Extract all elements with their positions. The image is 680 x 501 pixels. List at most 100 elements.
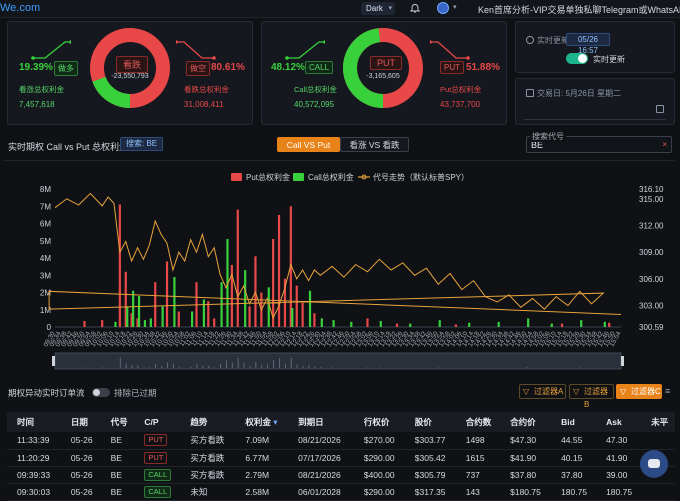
call-bar[interactable] [498,322,500,327]
call-bar[interactable] [144,320,146,327]
put-bar[interactable] [278,215,280,327]
put-bar[interactable] [248,306,250,327]
bell-icon[interactable] [410,3,420,13]
put-bar[interactable] [119,205,121,327]
column-header[interactable]: 行权价 [354,412,405,432]
put-bar[interactable] [313,313,315,327]
cell-cp: PUT [134,449,180,466]
put-bar[interactable] [396,324,398,327]
legend-label[interactable]: Call总权利金 [308,172,354,182]
filter-c-button[interactable]: ▽过滤器C [616,384,662,399]
cell-expiry: 07/17/2026 [288,449,354,466]
table-row[interactable]: 11:33:3905-26BEPUT买方看跌7.09M08/21/2026$27… [7,432,675,449]
call-bar[interactable] [132,291,134,327]
premium-chart-svg[interactable]: Put总权利金Call总权利金代号走势（默认标普SPY）8M7M6M5M4M3M… [3,161,675,381]
section-title: 实时期权 Call vs Put 总权利金 [8,140,128,153]
call-bar[interactable] [309,291,311,327]
range-handle-left[interactable] [52,356,55,366]
table-row[interactable]: 09:30:0305-26BECALL未知2.58M06/01/2028$290… [7,483,675,500]
put-bar[interactable] [608,323,610,327]
promo-link[interactable]: Ken首席分析-VIP交易单独私聊Telegram或WhatsAPP▾ [478,3,680,16]
call-bar[interactable] [333,320,335,327]
clear-icon[interactable]: × [662,140,667,149]
column-header[interactable]: Ask [596,412,641,432]
put-bar[interactable] [366,318,368,327]
put-bar[interactable] [166,261,168,327]
table-row[interactable]: 09:39:3305-26BECALL买方看跌2.79M08/21/2026$4… [7,466,675,483]
call-bar[interactable] [439,320,441,327]
column-header[interactable]: 时间 [7,412,61,432]
column-header[interactable]: 日期 [61,412,101,432]
menu-icon[interactable]: ≡ [665,386,670,396]
call-bar[interactable] [551,324,553,327]
tab-bull-vs-bear[interactable]: 看涨 VS 看跌 [340,137,409,152]
call-bar[interactable] [126,306,128,327]
put-bar[interactable] [178,311,180,327]
realtime-toggle[interactable] [566,53,588,64]
sort-desc-icon[interactable]: ▾ [271,417,278,427]
put-bar[interactable] [455,324,457,327]
call-bar[interactable] [138,296,140,327]
put-bar[interactable] [101,320,103,327]
range-slider[interactable] [55,353,621,369]
put-bar[interactable] [561,324,563,327]
donut-center-label: PUT [370,56,402,70]
call-bar[interactable] [350,322,352,327]
bear-premium-label: 看跌总权利金 [184,84,229,95]
call-bar[interactable] [468,323,470,327]
call-bar[interactable] [409,324,411,327]
put-bar[interactable] [237,210,239,327]
legend-label[interactable]: 代号走势（默认标普SPY） [373,172,469,182]
language-chevron-icon[interactable]: ▾ [453,3,457,11]
theme-toggle-button[interactable]: Dark ▾ [361,2,395,15]
column-header[interactable]: 趋势 [180,412,235,432]
call-bar[interactable] [173,277,175,327]
call-bar[interactable] [191,311,193,327]
put-bar[interactable] [83,321,85,327]
tradeday-label[interactable]: 交易日: 5月26日 星期二 [537,88,621,99]
brand-logo[interactable]: We.com [0,2,40,14]
tradeday-panel: 交易日: 5月26日 星期二 [515,78,675,125]
exclude-expired-toggle[interactable] [92,388,110,397]
call-bar[interactable] [244,270,246,327]
call-bar[interactable] [604,322,606,327]
calendar-picker-icon[interactable] [656,105,664,113]
column-header[interactable]: 到期日 [288,412,354,432]
column-header[interactable]: 合约数 [456,412,500,432]
cell-ask: 180.75 [596,483,641,500]
put-bar[interactable] [154,282,156,327]
column-header[interactable]: 合约价 [500,412,551,432]
language-globe-icon[interactable] [437,2,449,14]
range-handle-right[interactable] [621,356,624,366]
column-header[interactable]: 代号 [101,412,135,432]
range-mini-bar [332,367,333,368]
table-row[interactable]: 11:20:2905-26BEPUT买方看跌6.77M07/17/2026$29… [7,449,675,466]
filter-b-button[interactable]: ▽过滤器B [569,384,614,399]
chat-button[interactable] [640,450,668,478]
put-bar[interactable] [302,303,304,327]
call-bar[interactable] [114,322,116,327]
call-percent: 48.12% [271,62,305,73]
call-bar[interactable] [580,320,582,327]
legend-label[interactable]: Put总权利金 [246,172,290,182]
donut-center-value: -3,165,605 [353,73,413,80]
cell-date: 05-26 [61,432,101,449]
call-bar[interactable] [527,318,529,327]
column-header[interactable]: 未平 [641,412,675,432]
column-header[interactable]: Bid [551,412,596,432]
call-bar[interactable] [321,318,323,327]
column-header[interactable]: C/P [134,412,180,432]
filter-a-button[interactable]: ▽过滤器A [519,384,566,399]
tab-call-vs-put[interactable]: Call VS Put [277,137,340,152]
call-bar[interactable] [291,308,293,327]
call-bar[interactable] [150,318,152,327]
call-bar[interactable] [380,321,382,327]
spy-price-line[interactable] [49,193,621,318]
call-bar[interactable] [203,299,205,327]
put-bar[interactable] [296,286,298,327]
call-bar[interactable] [162,306,164,327]
column-header[interactable]: 股价 [405,412,456,432]
column-header[interactable]: 权利金 ▾ [235,412,288,432]
put-bar[interactable] [213,318,215,327]
range-grip-icon[interactable]: ⋯ [332,347,338,353]
